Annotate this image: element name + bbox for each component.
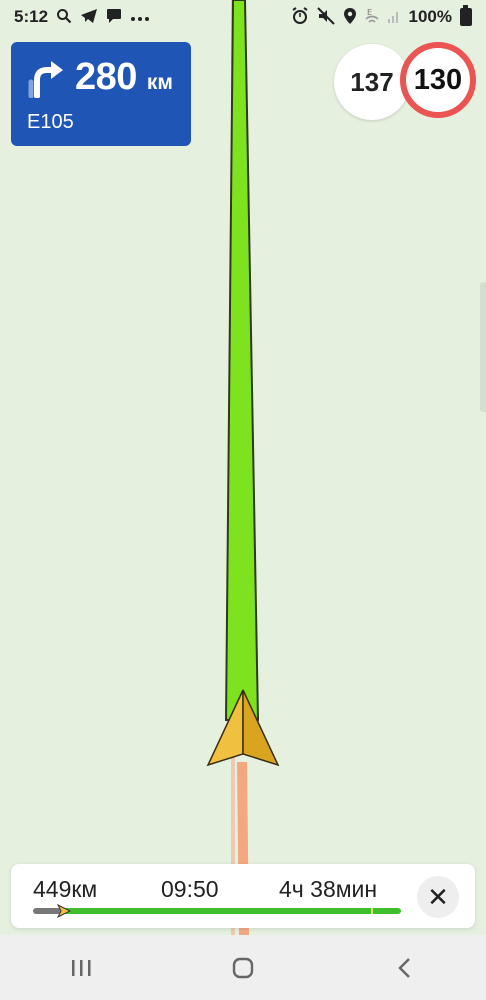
telegram-icon <box>80 8 98 27</box>
maneuver-unit: км <box>146 70 173 94</box>
status-time: 5:12 <box>14 7 49 26</box>
speed-limit-sign: 130 <box>400 42 476 118</box>
close-route-button[interactable]: ✕ <box>417 876 459 918</box>
battery-icon <box>460 5 472 26</box>
maneuver-distance: 280 <box>75 56 137 98</box>
signal-icon <box>387 8 401 27</box>
remaining-distance: 449км <box>33 876 98 902</box>
search-icon <box>56 8 72 27</box>
progress-position-icon <box>57 904 71 918</box>
recent-apps-icon[interactable] <box>51 943 111 993</box>
status-bar: 5:12 E 100% <box>0 0 486 34</box>
route-line <box>224 0 260 721</box>
arrival-time: 09:50 <box>161 876 219 902</box>
turn-right-icon <box>28 60 63 98</box>
maneuver-card[interactable]: 280 км E105 <box>11 42 191 146</box>
route-summary-panel[interactable]: 449км 09:50 4ч 38мин ✕ <box>11 864 475 928</box>
location-icon <box>343 7 357 28</box>
remaining-time: 4ч 38мин <box>279 876 378 902</box>
progress-waypoint <box>371 908 373 914</box>
alarm-icon <box>291 6 309 28</box>
back-icon[interactable] <box>375 943 435 993</box>
svg-text:E: E <box>367 8 372 17</box>
wifi-icon: E <box>365 7 379 28</box>
home-icon[interactable] <box>213 943 273 993</box>
chat-icon <box>106 8 122 27</box>
battery-percent: 100% <box>408 7 452 26</box>
route-progress-bar <box>33 904 401 918</box>
side-panel-handle[interactable] <box>480 282 486 412</box>
current-position-arrow <box>206 689 280 767</box>
system-nav-bar <box>0 935 486 1000</box>
current-speed: 137 <box>334 44 410 120</box>
progress-remaining <box>59 908 401 914</box>
more-icon <box>130 10 150 25</box>
maneuver-road-name: E105 <box>27 111 74 133</box>
mute-icon <box>316 6 335 28</box>
